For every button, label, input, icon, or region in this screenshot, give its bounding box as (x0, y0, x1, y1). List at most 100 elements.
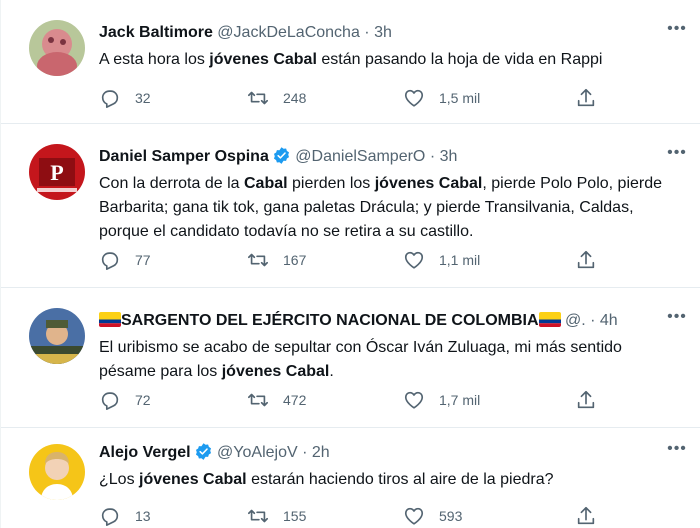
more-icon[interactable]: ••• (665, 21, 689, 42)
reply-button[interactable]: 32 (99, 86, 151, 110)
tweet-header: Daniel Samper Ospina @DanielSamperO · 3h (99, 146, 661, 168)
avatar[interactable]: P (29, 144, 85, 200)
user-handle[interactable]: @YoAlejoV (217, 444, 298, 461)
reply-count: 13 (135, 508, 151, 524)
highlighted-term: jóvenes Cabal (221, 363, 330, 380)
tweet-header: Jack Baltimore @JackDeLaConcha · 3h (99, 22, 661, 44)
retweet-count: 472 (283, 392, 307, 408)
reply-icon (101, 392, 119, 410)
tweet-text-run: pierden los (287, 175, 375, 192)
share-button[interactable] (575, 388, 597, 412)
reply-icon (101, 252, 119, 270)
reply-button[interactable]: 13 (99, 504, 151, 528)
more-icon[interactable]: ••• (665, 309, 689, 330)
like-button[interactable]: 593 (403, 504, 462, 528)
reply-count: 77 (135, 252, 151, 268)
colombia-flag-icon (99, 312, 121, 327)
tweet-text-run: estarán haciendo tiros al aire de la pie… (246, 471, 554, 488)
share-button[interactable] (575, 504, 597, 528)
tweet-text-run: El uribismo se acabo de sepultar con Ósc… (99, 339, 622, 380)
separator-dot: · (302, 444, 308, 461)
retweet-button[interactable]: 167 (247, 248, 306, 272)
separator-dot: · (590, 312, 596, 329)
share-button[interactable] (575, 248, 597, 272)
avatar[interactable] (29, 308, 85, 364)
reply-icon (101, 508, 119, 526)
like-button[interactable]: 1,5 mil (403, 86, 480, 110)
highlighted-term: jóvenes Cabal (374, 175, 483, 192)
reply-button[interactable]: 77 (99, 248, 151, 272)
reply-count: 72 (135, 392, 151, 408)
timestamp[interactable]: 3h (440, 148, 458, 165)
tweet[interactable]: Jack Baltimore @JackDeLaConcha · 3h ••• … (1, 0, 700, 124)
display-name[interactable]: Jack Baltimore (99, 24, 213, 41)
share-icon (577, 506, 595, 525)
display-name[interactable]: Alejo Vergel (99, 444, 191, 461)
user-handle[interactable]: @JackDeLaConcha (217, 24, 360, 41)
share-button[interactable] (575, 86, 597, 110)
user-handle[interactable]: @. (565, 312, 586, 329)
separator-dot: · (364, 24, 370, 41)
reply-button[interactable]: 72 (99, 388, 151, 412)
highlighted-term: jóvenes Cabal (139, 471, 247, 488)
tweet-text-run: A esta hora los (99, 51, 210, 68)
heart-icon (404, 89, 424, 107)
tweet-header: Alejo Vergel @YoAlejoV · 2h (99, 442, 661, 464)
tweet-text-run: Con la derrota de la (99, 175, 244, 192)
like-count: 1,1 mil (439, 252, 481, 268)
display-name[interactable]: SARGENTO DEL EJÉRCITO NACIONAL DE COLOMB… (121, 312, 539, 329)
heart-icon (404, 507, 424, 525)
heart-icon (404, 251, 424, 269)
tweet-actions: 77 167 1,1 mil (99, 248, 619, 272)
tweet[interactable]: P Daniel Samper Ospina @DanielSamperO · … (1, 124, 700, 288)
like-button[interactable]: 1,1 mil (403, 248, 480, 272)
retweet-icon (248, 253, 268, 267)
highlighted-term: Cabal (243, 175, 288, 192)
tweet-text: Con la derrota de la Cabal pierden los j… (99, 172, 681, 244)
tweet-text-run: están pasando la hoja de vida en Rappi (316, 51, 603, 68)
verified-badge-icon (195, 443, 211, 460)
tweet-header: SARGENTO DEL EJÉRCITO NACIONAL DE COLOMB… (99, 310, 661, 332)
tweet-actions: 13 155 593 (99, 504, 619, 528)
tweet-text: A esta hora los jóvenes Cabal están pasa… (99, 48, 681, 72)
share-icon (577, 250, 595, 269)
tweet-text-run: . (329, 363, 334, 380)
svg-text:P: P (50, 160, 63, 185)
tweet-text-run: ¿Los (99, 471, 140, 488)
timestamp[interactable]: 2h (312, 444, 330, 461)
share-icon (577, 390, 595, 409)
display-name[interactable]: Daniel Samper Ospina (99, 148, 269, 165)
timestamp[interactable]: 4h (600, 312, 618, 329)
retweet-button[interactable]: 472 (247, 388, 306, 412)
reply-icon (101, 90, 119, 108)
like-button[interactable]: 1,7 mil (403, 388, 480, 412)
tweet[interactable]: SARGENTO DEL EJÉRCITO NACIONAL DE COLOMB… (1, 288, 700, 428)
heart-icon (404, 391, 424, 409)
retweet-icon (248, 91, 268, 105)
retweet-count: 248 (283, 90, 307, 106)
tweet[interactable]: Alejo Vergel @YoAlejoV · 2h ••• ¿Los jóv… (1, 428, 700, 528)
user-handle[interactable]: @DanielSamperO (295, 148, 425, 165)
colombia-flag-icon (538, 312, 561, 327)
like-count: 1,5 mil (439, 90, 481, 106)
tweet-text: ¿Los jóvenes Cabal estarán haciendo tiro… (99, 468, 681, 492)
timestamp[interactable]: 3h (374, 24, 392, 41)
more-icon[interactable]: ••• (665, 441, 689, 462)
retweet-count: 167 (283, 252, 307, 268)
retweet-icon (248, 393, 268, 407)
avatar[interactable] (29, 20, 85, 76)
retweet-button[interactable]: 248 (247, 86, 306, 110)
tweet-text: El uribismo se acabo de sepultar con Ósc… (99, 336, 681, 384)
separator-dot: · (429, 148, 436, 165)
verified-badge-icon (273, 147, 289, 164)
avatar[interactable] (29, 444, 85, 500)
more-icon[interactable]: ••• (665, 145, 689, 166)
tweet-actions: 32 248 1,5 mil (99, 86, 619, 110)
tweet-feed: Jack Baltimore @JackDeLaConcha · 3h ••• … (0, 0, 700, 528)
tweet-actions: 72 472 1,7 mil (99, 388, 619, 412)
retweet-button[interactable]: 155 (247, 504, 306, 528)
share-icon (577, 88, 595, 107)
reply-count: 32 (135, 90, 151, 106)
like-count: 593 (439, 508, 463, 524)
like-count: 1,7 mil (439, 392, 481, 408)
